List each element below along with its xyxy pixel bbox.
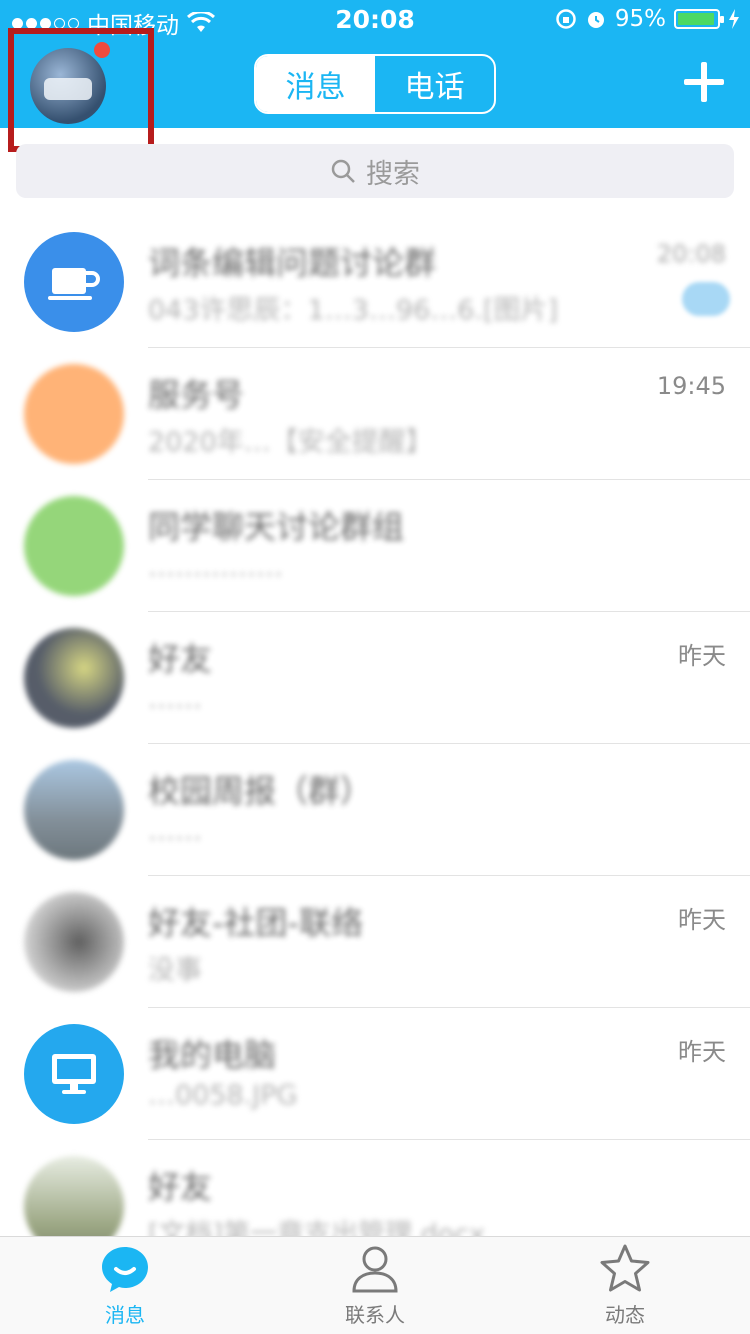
list-item[interactable]: 服务号 2020年…【安全提醒】 19:45 [0, 348, 750, 480]
profile-avatar-highlight[interactable] [8, 28, 154, 152]
avatar [24, 232, 124, 332]
conversation-preview: …… [148, 816, 202, 847]
avatar [24, 496, 124, 596]
tab-messages[interactable]: 消息 [256, 56, 375, 112]
conversation-name: 词条编辑问题讨论群 [148, 244, 437, 282]
conversation-name: 好友 [148, 640, 213, 678]
conversation-time: 19:45 [656, 372, 726, 400]
conversation-time: 20:08 [656, 240, 726, 268]
notification-badge [94, 42, 110, 58]
conversation-preview: 没事 [148, 955, 202, 986]
computer-icon [52, 1054, 96, 1094]
conversation-name: 好友 [148, 1168, 213, 1206]
add-icon[interactable] [682, 60, 726, 104]
charging-icon [729, 9, 739, 29]
conversation-preview: 2020年…【安全提醒】 [148, 427, 433, 458]
tab-feed[interactable]: 动态 [500, 1237, 750, 1334]
conversation-time: 昨天 [678, 906, 726, 934]
battery-percent: 95% [614, 6, 666, 32]
avatar [24, 760, 124, 860]
conversation-name: 我的电脑 [148, 1036, 277, 1074]
list-item[interactable]: 词条编辑问题讨论群 043许思辰：1…3…96…6.[图片] 20:08 [0, 216, 750, 348]
conversation-preview: 043许思辰：1…3…96…6.[图片] [148, 295, 559, 326]
conversation-time: 昨天 [678, 642, 726, 670]
conversation-name: 同学聊天讨论群组 [148, 508, 405, 546]
tab-calls[interactable]: 电话 [375, 56, 494, 112]
conversation-name: 校园周报（群） [148, 772, 373, 810]
conversation-preview: …………… [148, 552, 283, 583]
top-header: 中国移动 20:08 95% 消息 电话 [0, 0, 750, 152]
conversation-list: 词条编辑问题讨论群 043许思辰：1…3…96…6.[图片] 20:08 服务号… [0, 216, 750, 1272]
bottom-tab-bar: 消息 联系人 动态 [0, 1236, 750, 1334]
conversation-preview: …0058.JPG [148, 1080, 298, 1111]
avatar [24, 892, 124, 992]
list-item[interactable]: 好友 …… 昨天 [0, 612, 750, 744]
battery-icon [674, 9, 724, 29]
conversation-time: 昨天 [678, 1038, 726, 1066]
tab-contacts[interactable]: 联系人 [250, 1237, 500, 1334]
list-item[interactable]: 校园周报（群） …… [0, 744, 750, 876]
tab-messages-bottom[interactable]: 消息 [0, 1237, 250, 1334]
list-item[interactable]: 好友-社团-联络 没事 昨天 [0, 876, 750, 1008]
rotation-lock-icon [556, 9, 576, 29]
tab-label: 动态 [605, 1303, 645, 1327]
person-icon [352, 1246, 398, 1293]
chat-bubble-icon [102, 1247, 148, 1292]
avatar [24, 364, 124, 464]
search-placeholder: 搜索 [366, 158, 420, 190]
conversation-name: 服务号 [148, 376, 245, 414]
conversation-name: 好友-社团-联络 [148, 904, 364, 942]
search-bar[interactable]: 搜索 [16, 144, 734, 198]
alarm-icon [587, 12, 604, 28]
tab-label: 消息 [105, 1303, 145, 1327]
conversation-preview: …… [148, 684, 202, 715]
avatar[interactable] [30, 48, 106, 124]
cup-icon [48, 268, 100, 300]
avatar [24, 628, 124, 728]
list-item[interactable]: 我的电脑 …0058.JPG 昨天 [0, 1008, 750, 1140]
avatar [24, 1024, 124, 1124]
message-call-segment[interactable]: 消息 电话 [254, 54, 496, 114]
tab-label: 联系人 [345, 1303, 405, 1327]
unread-badge [682, 282, 730, 316]
list-item[interactable]: 同学聊天讨论群组 …………… [0, 480, 750, 612]
search-icon [331, 159, 355, 183]
star-icon [600, 1244, 650, 1292]
